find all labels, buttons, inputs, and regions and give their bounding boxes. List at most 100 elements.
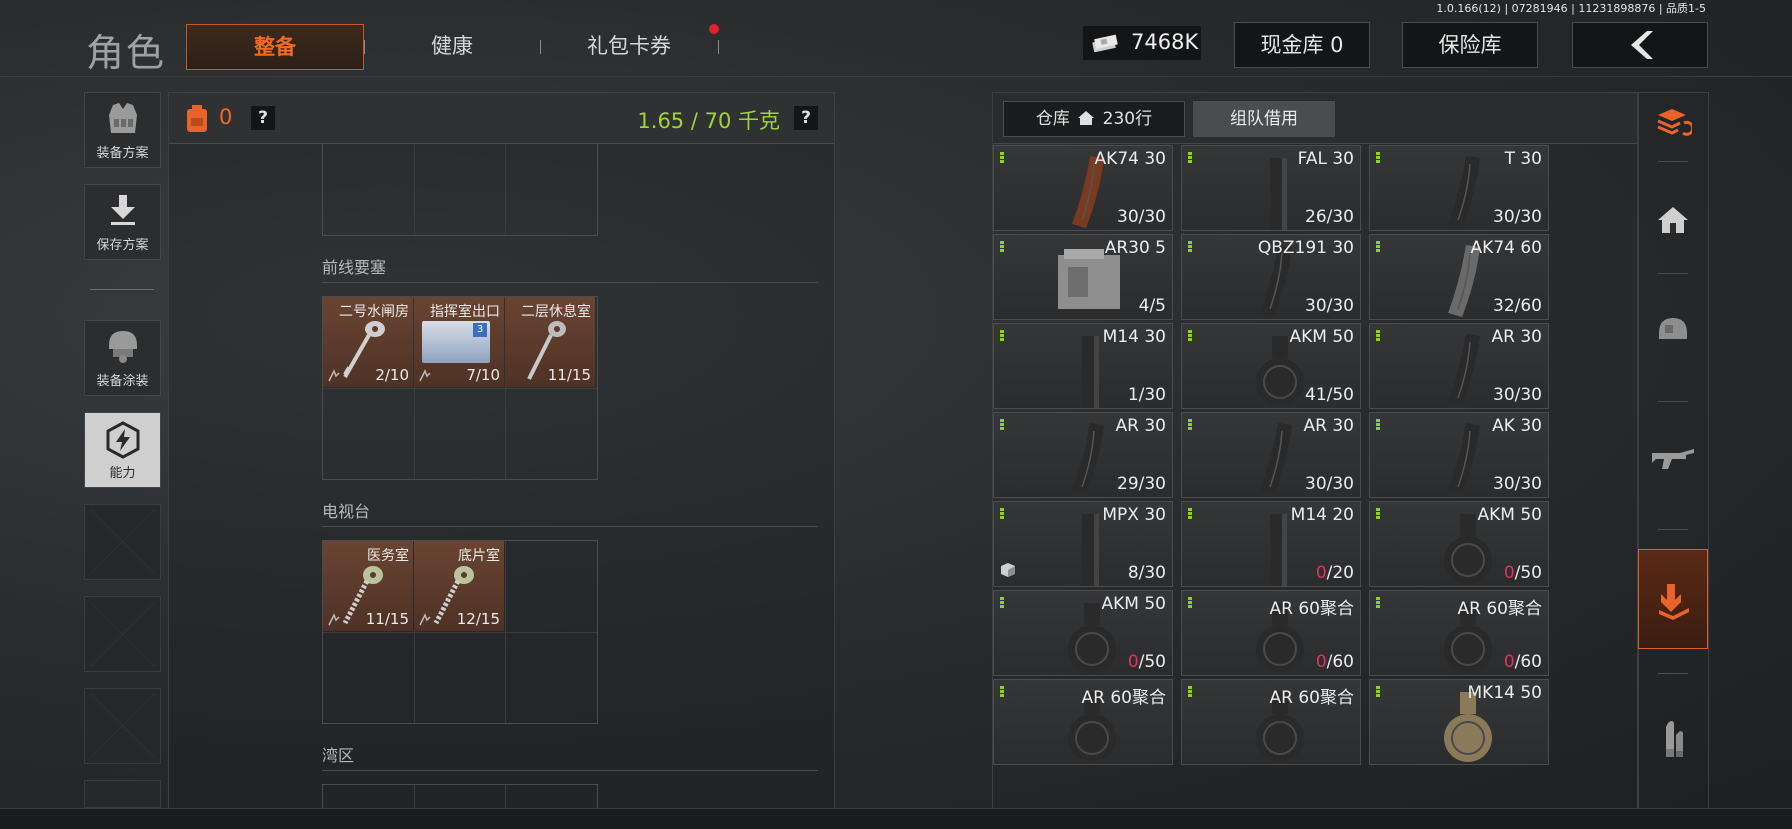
magazine-item[interactable]: AR 30 30/30 bbox=[1181, 412, 1361, 498]
ammo-max: /30 bbox=[1138, 474, 1166, 494]
key-item[interactable]: 二层休息室 11/15 bbox=[505, 297, 595, 387]
rifle-icon bbox=[1652, 449, 1694, 469]
grade-marker bbox=[1188, 419, 1192, 430]
backpack-icon bbox=[187, 105, 207, 132]
back-button[interactable] bbox=[1572, 22, 1708, 68]
category-weapon[interactable] bbox=[1638, 411, 1708, 511]
magazine-item[interactable]: AK74 60 32/60 bbox=[1369, 234, 1549, 320]
grade-marker bbox=[1000, 419, 1004, 430]
magazine-item[interactable]: M14 30 1/30 bbox=[993, 323, 1173, 409]
magazine-item[interactable]: AR 30 29/30 bbox=[993, 412, 1173, 498]
ammo-max: /50 bbox=[1138, 652, 1166, 672]
weight-help-button[interactable]: ? bbox=[794, 106, 818, 130]
category-home[interactable] bbox=[1638, 173, 1708, 273]
ammo-current: 26 bbox=[1305, 207, 1327, 227]
section-divider bbox=[322, 770, 818, 771]
magazine-item[interactable]: AR 30 30/30 bbox=[1369, 323, 1549, 409]
magazine-item[interactable]: AK 30 30/30 bbox=[1369, 412, 1549, 498]
magazine-item[interactable]: AK74 30 30/30 bbox=[993, 145, 1173, 231]
grade-marker bbox=[1376, 597, 1380, 608]
loadout-plan-button[interactable]: 装备方案 bbox=[84, 92, 161, 168]
magazine-item[interactable]: AR 60聚合 bbox=[993, 679, 1173, 765]
broken-icon bbox=[328, 369, 340, 382]
ammo-current: 30 bbox=[1493, 207, 1515, 227]
ammo-max: /30 bbox=[1514, 385, 1542, 405]
magazine-item[interactable]: AR30 5 4/5 bbox=[993, 234, 1173, 320]
key-item[interactable]: 二号水闸房 2/10 bbox=[323, 297, 413, 387]
item-name: AK74 60 bbox=[1470, 238, 1542, 258]
storage-header: 仓库 230行 组队借用 bbox=[993, 93, 1638, 144]
magazine-item[interactable]: MPX 30 8/30 bbox=[993, 501, 1173, 587]
tab-prep[interactable]: 整备 bbox=[186, 24, 364, 70]
key-item[interactable]: 医务室 11/15 bbox=[323, 541, 413, 631]
broken-icon bbox=[328, 613, 340, 626]
ammo-max: /30 bbox=[1326, 296, 1354, 316]
category-magazine[interactable] bbox=[1638, 549, 1708, 649]
magazine-item[interactable]: MK14 50 bbox=[1369, 679, 1549, 765]
category-helmet[interactable] bbox=[1638, 283, 1708, 383]
tray-download-icon bbox=[1659, 584, 1689, 620]
equipment-skin-button[interactable]: 装备涂装 bbox=[84, 320, 161, 396]
money-display: 7468K bbox=[1083, 26, 1201, 60]
magazine-item[interactable]: AR 60聚合 0/60 bbox=[1181, 590, 1361, 676]
ammo-max: /20 bbox=[1326, 563, 1354, 583]
ammo-current: 41 bbox=[1305, 385, 1327, 405]
section-title: 电视台 bbox=[322, 502, 371, 521]
download-icon bbox=[111, 195, 135, 225]
grade-marker bbox=[1000, 330, 1004, 341]
ammo-max: /30 bbox=[1138, 385, 1166, 405]
key-item[interactable]: 底片室 12/15 bbox=[414, 541, 504, 631]
item-name: AK74 30 bbox=[1094, 149, 1166, 169]
item-ammo-count: 32/60 bbox=[1493, 296, 1542, 316]
magazine-item[interactable]: AKM 50 41/50 bbox=[1181, 323, 1361, 409]
tab-warehouse[interactable]: 仓库 230行 bbox=[1003, 101, 1185, 137]
access-card-icon: 3 bbox=[422, 321, 490, 363]
item-name: AKM 50 bbox=[1477, 505, 1542, 525]
section-divider bbox=[322, 526, 818, 527]
ammo-current: 0 bbox=[1315, 652, 1327, 672]
grade-marker bbox=[1000, 241, 1004, 252]
grade-marker bbox=[1000, 152, 1004, 163]
item-name: AR 60聚合 bbox=[1457, 599, 1542, 619]
ammo-current: 0 bbox=[1503, 563, 1515, 583]
magazine-item[interactable]: AR 60聚合 bbox=[1181, 679, 1361, 765]
ammo-current: 4 bbox=[1138, 296, 1150, 316]
tab-health[interactable]: 健康 bbox=[372, 24, 532, 68]
category-sidebar bbox=[1637, 92, 1709, 810]
ammo-current: 30 bbox=[1117, 207, 1139, 227]
key-item[interactable]: 3 指挥室出口 7/10 bbox=[414, 297, 504, 387]
ammo-max: /30 bbox=[1138, 207, 1166, 227]
page-title: 角色 bbox=[86, 31, 167, 75]
empty-slot bbox=[84, 780, 161, 808]
key-grid bbox=[322, 143, 598, 236]
tab-gift-coupons[interactable]: 礼包卡券 bbox=[548, 24, 710, 68]
category-ammo[interactable] bbox=[1638, 687, 1708, 787]
save-plan-button[interactable]: 保存方案 bbox=[84, 184, 161, 260]
ammo-max: /30 bbox=[1514, 207, 1542, 227]
item-ammo-count: 30/30 bbox=[1305, 296, 1354, 316]
magazine-item[interactable]: M14 20 0/20 bbox=[1181, 501, 1361, 587]
ammo-max: /5 bbox=[1149, 296, 1166, 316]
tab-team-borrow[interactable]: 组队借用 bbox=[1193, 101, 1335, 137]
ammo-current: 30 bbox=[1493, 385, 1515, 405]
ammo-current: 0 bbox=[1503, 652, 1515, 672]
tab-divider bbox=[364, 40, 365, 54]
magazine-item[interactable]: FAL 30 26/30 bbox=[1181, 145, 1361, 231]
magazine-item[interactable]: AKM 50 0/50 bbox=[1369, 501, 1549, 587]
magazine-item[interactable]: AR 60聚合 0/60 bbox=[1369, 590, 1549, 676]
broken-icon bbox=[419, 369, 431, 382]
magazine-item[interactable]: T 30 30/30 bbox=[1369, 145, 1549, 231]
magazine-item[interactable]: AKM 50 0/50 bbox=[993, 590, 1173, 676]
sidebar-item-label: 装备涂装 bbox=[96, 374, 149, 389]
item-ammo-count: 4/5 bbox=[1139, 296, 1166, 316]
category-all[interactable] bbox=[1638, 93, 1708, 153]
cash-vault-button[interactable]: 现金库 0 bbox=[1234, 22, 1370, 68]
item-count: 0 bbox=[219, 105, 233, 129]
safe-button[interactable]: 保险库 bbox=[1402, 22, 1538, 68]
magazine-item[interactable]: QBZ191 30 30/30 bbox=[1181, 234, 1361, 320]
ability-button[interactable]: 能力 bbox=[84, 412, 161, 488]
ammo-current: 1 bbox=[1127, 385, 1139, 405]
sidebar-divider bbox=[90, 289, 154, 290]
help-button[interactable]: ? bbox=[251, 106, 275, 130]
cash-stack-icon bbox=[1092, 34, 1118, 52]
